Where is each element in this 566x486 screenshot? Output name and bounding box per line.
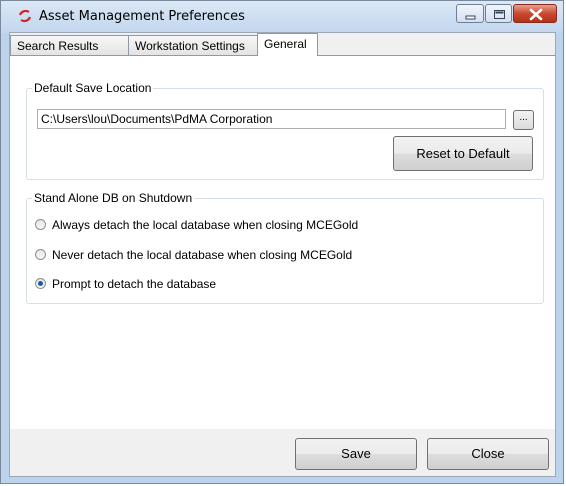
radio-button[interactable] [35,219,46,230]
radio-label: Prompt to detach the database [52,277,217,291]
radio-label: Always detach the local database when cl… [52,218,359,232]
title-bar[interactable]: Asset Management Preferences [1,1,563,33]
browse-button[interactable]: ... [513,110,534,130]
tab-label: General [264,37,307,51]
close-window-button[interactable] [513,4,557,23]
save-path-field[interactable] [37,109,506,129]
tab-search-results[interactable]: Search Results [10,35,129,55]
radio-button[interactable] [35,278,46,289]
radio-label: Never detach the local database when clo… [52,248,353,262]
tab-strip: Search Results Workstation Settings Gene… [10,33,555,56]
group-legend: Default Save Location [32,81,154,95]
group-legend: Stand Alone DB on Shutdown [32,191,195,205]
save-button[interactable]: Save [295,438,417,470]
tab-label: Search Results [17,39,99,53]
preferences-window: Asset Management Preferences Search Resu… [0,0,564,484]
general-tab-page: Default Save Location ... Reset to Defau… [10,55,555,429]
stand-alone-db-group: Stand Alone DB on Shutdown Always detach… [26,191,544,304]
tab-general[interactable]: General [257,33,318,56]
app-logo-icon [18,9,32,23]
window-title: Asset Management Preferences [39,9,245,24]
reset-to-default-button[interactable]: Reset to Default [393,136,533,171]
default-save-location-group: Default Save Location ... Reset to Defau… [26,81,544,180]
minimize-button[interactable] [456,4,484,23]
close-button[interactable]: Close [427,438,549,470]
tab-workstation-settings[interactable]: Workstation Settings [128,35,258,55]
minimize-icon [465,15,476,20]
radio-button[interactable] [35,249,46,260]
dialog-client-area: Search Results Workstation Settings Gene… [9,32,556,477]
tab-label: Workstation Settings [135,39,245,53]
maximize-icon [494,10,505,19]
close-icon [529,8,543,21]
maximize-button[interactable] [485,4,512,23]
